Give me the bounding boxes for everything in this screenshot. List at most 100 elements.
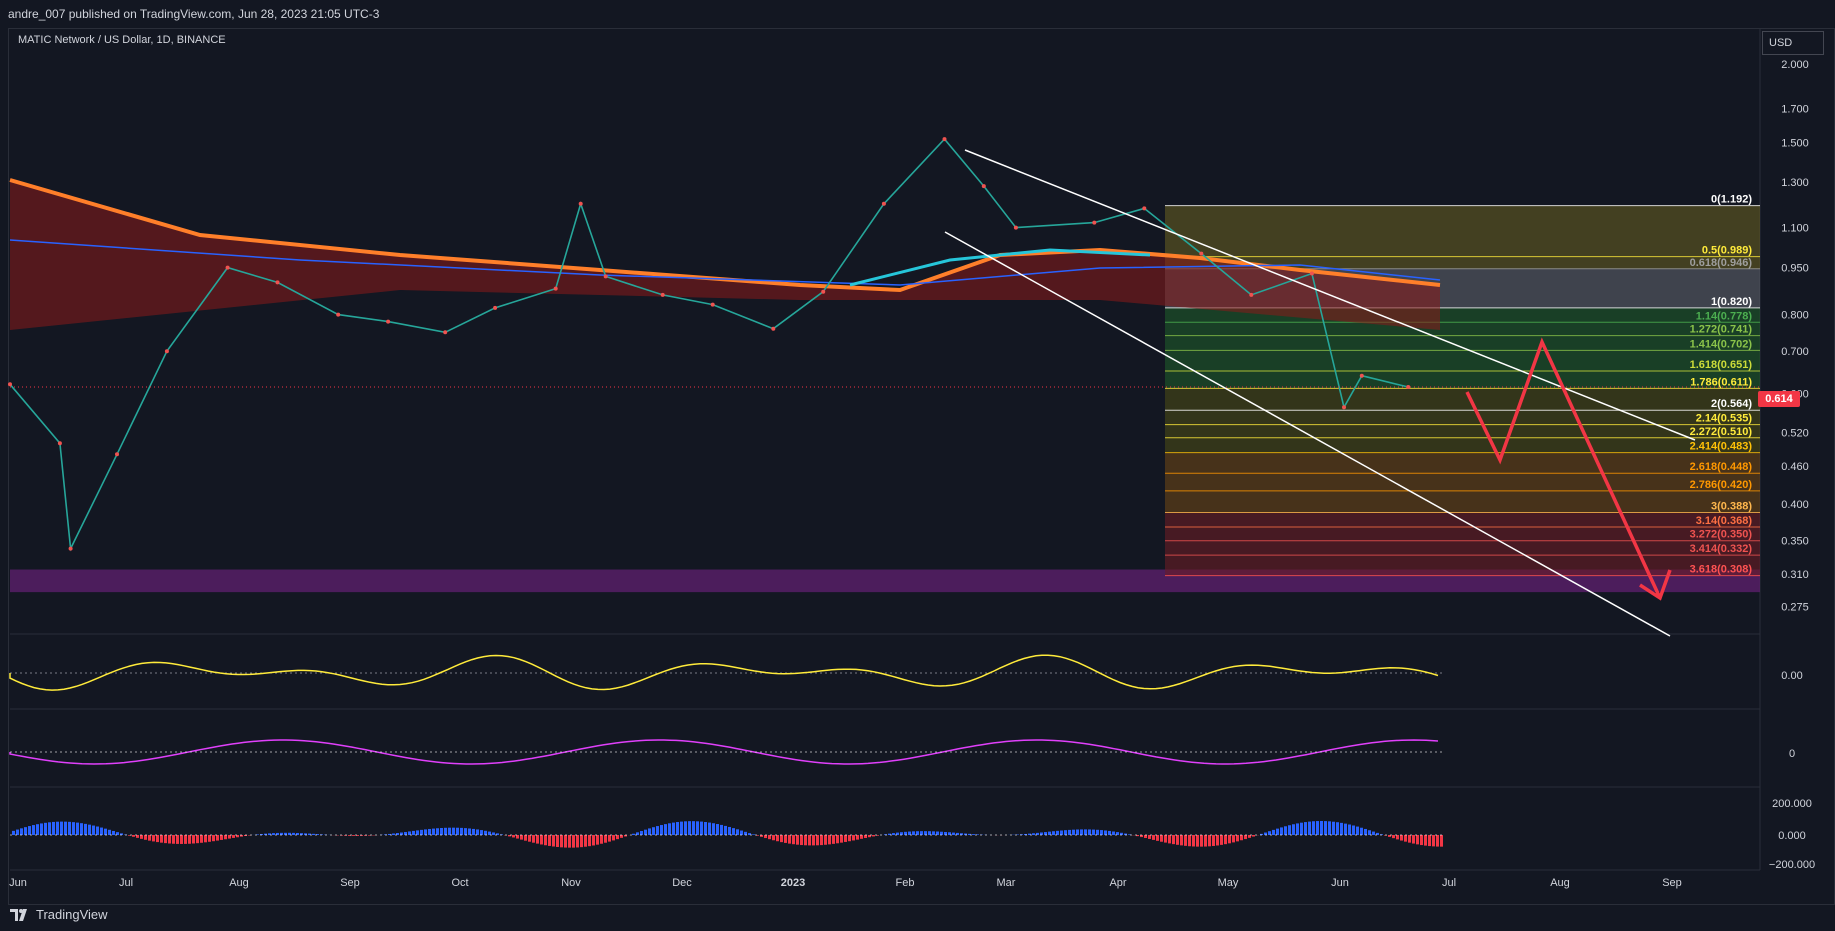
- osc3-bar: [1404, 835, 1407, 842]
- time-axis-label: Nov: [561, 877, 581, 889]
- price-point: [57, 441, 62, 446]
- bottom-bar: [0, 905, 1835, 931]
- osc3-bar: [1148, 835, 1151, 839]
- osc3-bar: [108, 829, 111, 835]
- fib-level-label: 2.414(0.483): [1690, 441, 1753, 453]
- osc3-bar: [596, 835, 599, 845]
- chart-canvas[interactable]: 2.000 1.700 1.500 1.300 1.100 0.950 0.800 0.700…: [0, 0, 1835, 931]
- symbol-title[interactable]: MATIC Network / US Dollar, 1D, BINANCE: [18, 34, 226, 46]
- fib-level-label: 1.14(0.778): [1696, 310, 1753, 322]
- time-axis-label: Aug: [229, 877, 249, 889]
- osc3-bar: [468, 828, 471, 835]
- osc3-bar: [560, 835, 563, 848]
- osc3-bar: [652, 827, 655, 835]
- osc3-label: −200.000: [1769, 859, 1815, 871]
- osc3-bar: [912, 831, 915, 835]
- osc3-bar: [1076, 829, 1079, 835]
- osc3-bar: [848, 835, 851, 842]
- osc3-bar: [1276, 828, 1279, 835]
- osc3-bar: [228, 835, 231, 839]
- osc3-bar: [204, 835, 207, 843]
- price-tick-label: 0.460: [1781, 461, 1809, 473]
- price-point: [225, 265, 230, 270]
- osc3-bar: [132, 835, 135, 837]
- osc3-bar: [860, 835, 863, 839]
- osc3-bar: [680, 821, 683, 835]
- osc3-bar: [816, 835, 819, 846]
- fib-zone: [1165, 205, 1760, 269]
- osc3-bar: [352, 835, 355, 836]
- osc1-label: 0.00: [1781, 670, 1802, 682]
- osc3-bar: [1080, 829, 1083, 835]
- osc3-bar: [460, 827, 463, 835]
- osc3-bar: [852, 835, 855, 841]
- osc3-bar: [140, 835, 143, 839]
- osc3-bar: [1288, 825, 1291, 835]
- osc3-bar: [632, 833, 635, 835]
- osc3-bar: [692, 821, 695, 835]
- osc3-bar: [412, 830, 415, 835]
- fib-level-label: 3(0.388): [1711, 501, 1752, 513]
- osc3-bar: [812, 835, 815, 846]
- osc3-bar: [1152, 835, 1155, 840]
- osc3-bar: [532, 835, 535, 843]
- osc3-bar: [1104, 830, 1107, 835]
- price-tick-label: 2.000: [1781, 59, 1809, 71]
- osc3-bar: [408, 831, 411, 835]
- tradingview-brand[interactable]: TradingView: [10, 907, 108, 922]
- fib-level-label: 2.618(0.448): [1690, 461, 1753, 473]
- osc3-bar: [708, 822, 711, 835]
- osc3-bar: [768, 835, 771, 840]
- currency-selector[interactable]: USD: [1762, 31, 1824, 55]
- price-tick-label: 0.310: [1781, 569, 1809, 581]
- osc3-bar: [224, 835, 227, 840]
- osc3-bar: [464, 828, 467, 835]
- osc3-bar: [16, 829, 19, 835]
- price-point: [603, 274, 608, 279]
- price-point: [1342, 405, 1346, 410]
- osc3-bar: [392, 833, 395, 835]
- price-point: [578, 201, 583, 206]
- osc3-bar: [1412, 835, 1415, 844]
- osc3-bar: [1056, 830, 1059, 835]
- osc3-bar: [788, 835, 791, 844]
- osc3-bar: [608, 835, 611, 842]
- osc3-bar: [656, 826, 659, 835]
- price-point: [68, 546, 73, 551]
- price-tick-label: 0.275: [1781, 602, 1809, 614]
- osc3-bar: [604, 835, 607, 843]
- osc3-label: 200.000: [1772, 798, 1812, 810]
- osc3-bar: [592, 835, 595, 846]
- osc3-bar: [484, 830, 487, 835]
- osc3-bar: [844, 835, 847, 842]
- osc3-bar: [176, 835, 179, 844]
- osc3-bar: [160, 835, 163, 843]
- tradingview-logo-icon: [10, 908, 27, 921]
- osc3-bar: [1228, 835, 1231, 844]
- osc3-bar: [1348, 824, 1351, 835]
- osc3-bar: [40, 823, 43, 835]
- osc3-bar: [1216, 835, 1219, 846]
- osc3-bar: [32, 825, 35, 835]
- osc3-bar: [1220, 835, 1223, 845]
- osc3-bar: [828, 835, 831, 845]
- time-axis-label: Mar: [997, 877, 1016, 889]
- fib-level-label: 3.272(0.350): [1690, 529, 1753, 541]
- osc3-bar: [272, 833, 275, 835]
- osc3-bar: [1204, 835, 1207, 847]
- osc3-bar: [1156, 835, 1159, 841]
- osc3-bar: [580, 835, 583, 848]
- fib-level-label: 3.414(0.332): [1690, 543, 1753, 555]
- osc3-bar: [192, 835, 195, 844]
- osc3-bar: [924, 831, 927, 835]
- osc3-bar: [928, 831, 931, 835]
- osc3-bar: [1092, 829, 1095, 835]
- fib-level-label: 0.5(0.989): [1702, 245, 1752, 257]
- price-point: [821, 289, 826, 294]
- osc3-bar: [112, 830, 115, 835]
- osc3-bar: [740, 830, 743, 835]
- osc3-bar: [1396, 835, 1399, 840]
- osc3-bar: [672, 822, 675, 835]
- time-axis-label: Dec: [672, 877, 692, 889]
- osc3-bar: [688, 821, 691, 835]
